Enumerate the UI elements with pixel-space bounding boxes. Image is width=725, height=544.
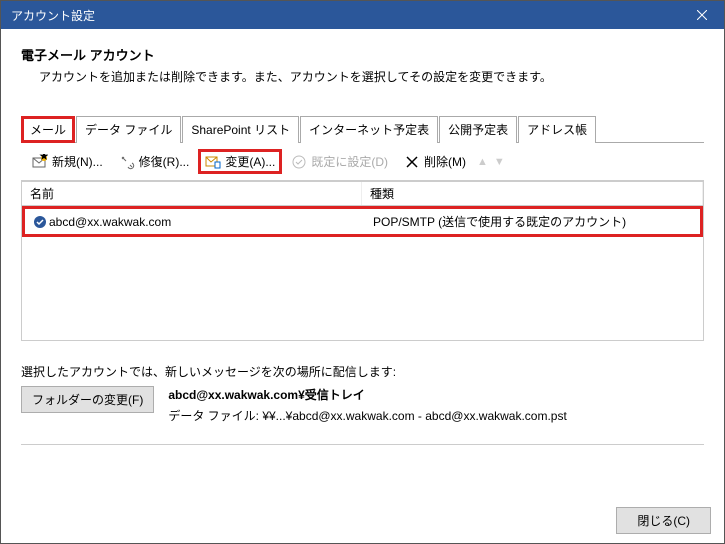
- close-icon: [697, 10, 707, 20]
- tab-sharepoint[interactable]: SharePoint リスト: [182, 116, 299, 143]
- new-button[interactable]: ★ 新規(N)...: [25, 149, 110, 174]
- tab-data-file[interactable]: データ ファイル: [76, 116, 181, 143]
- change-button[interactable]: 変更(A)...: [198, 149, 282, 174]
- window-title: アカウント設定: [11, 7, 95, 24]
- header-description: アカウントを追加または削除できます。また、アカウントを選択してその設定を変更でき…: [21, 68, 704, 85]
- window-close-button[interactable]: [679, 1, 724, 29]
- set-default-button: 既定に設定(D): [284, 149, 395, 174]
- repair-button[interactable]: 修復(R)...: [112, 149, 197, 174]
- repair-button-label: 修復(R)...: [139, 153, 190, 170]
- tab-internet-calendar[interactable]: インターネット予定表: [300, 116, 438, 143]
- account-name: abcd@xx.wakwak.com: [49, 215, 171, 229]
- move-up-icon: ▲: [475, 156, 490, 168]
- tab-published-calendar[interactable]: 公開予定表: [439, 116, 517, 143]
- tab-mail[interactable]: メール: [21, 116, 75, 143]
- header-title: 電子メール アカウント: [21, 45, 704, 64]
- tab-address-book[interactable]: アドレス帳: [518, 116, 596, 143]
- delete-button-label: 削除(M): [424, 153, 466, 170]
- titlebar: アカウント設定: [1, 1, 724, 29]
- toolbar: ★ 新規(N)... 修復(R)... 変更(A)... 既定に設定(D) 削除…: [21, 143, 704, 181]
- move-down-icon: ▼: [492, 156, 507, 168]
- list-header: 名前 種類: [22, 182, 703, 206]
- delivery-section: 選択したアカウントでは、新しいメッセージを次の場所に配信します: フォルダーの変…: [21, 363, 704, 424]
- dialog-header: 電子メール アカウント アカウントを追加または削除できます。また、アカウントを選…: [1, 29, 724, 95]
- account-type: POP/SMTP (送信で使用する既定のアカウント): [369, 211, 696, 232]
- account-list[interactable]: 名前 種類 abcd@xx.wakwak.com POP/SMTP (送信で使用…: [21, 181, 704, 341]
- separator: [21, 444, 704, 445]
- new-button-label: 新規(N)...: [52, 153, 103, 170]
- svg-text:★: ★: [39, 154, 48, 163]
- delete-icon: [404, 154, 420, 170]
- delete-button[interactable]: 削除(M): [397, 149, 473, 174]
- tab-strip: メール データ ファイル SharePoint リスト インターネット予定表 公…: [21, 115, 704, 143]
- check-circle-icon: [291, 154, 307, 170]
- change-icon: [205, 154, 221, 170]
- close-button[interactable]: 閉じる(C): [616, 507, 711, 534]
- change-folder-button[interactable]: フォルダーの変更(F): [21, 386, 154, 413]
- new-mail-icon: ★: [32, 154, 48, 170]
- column-type[interactable]: 種類: [362, 182, 703, 205]
- set-default-button-label: 既定に設定(D): [311, 153, 388, 170]
- account-row[interactable]: abcd@xx.wakwak.com POP/SMTP (送信で使用する既定のア…: [22, 206, 703, 237]
- change-button-label: 変更(A)...: [225, 153, 275, 170]
- column-name[interactable]: 名前: [22, 182, 362, 205]
- default-account-icon: [33, 215, 47, 229]
- delivery-path: abcd@xx.wakwak.com¥受信トレイ: [168, 386, 566, 403]
- delivery-file: データ ファイル: ¥¥...¥abcd@xx.wakwak.com - abc…: [168, 407, 566, 424]
- delivery-label: 選択したアカウントでは、新しいメッセージを次の場所に配信します:: [21, 363, 704, 380]
- repair-icon: [119, 154, 135, 170]
